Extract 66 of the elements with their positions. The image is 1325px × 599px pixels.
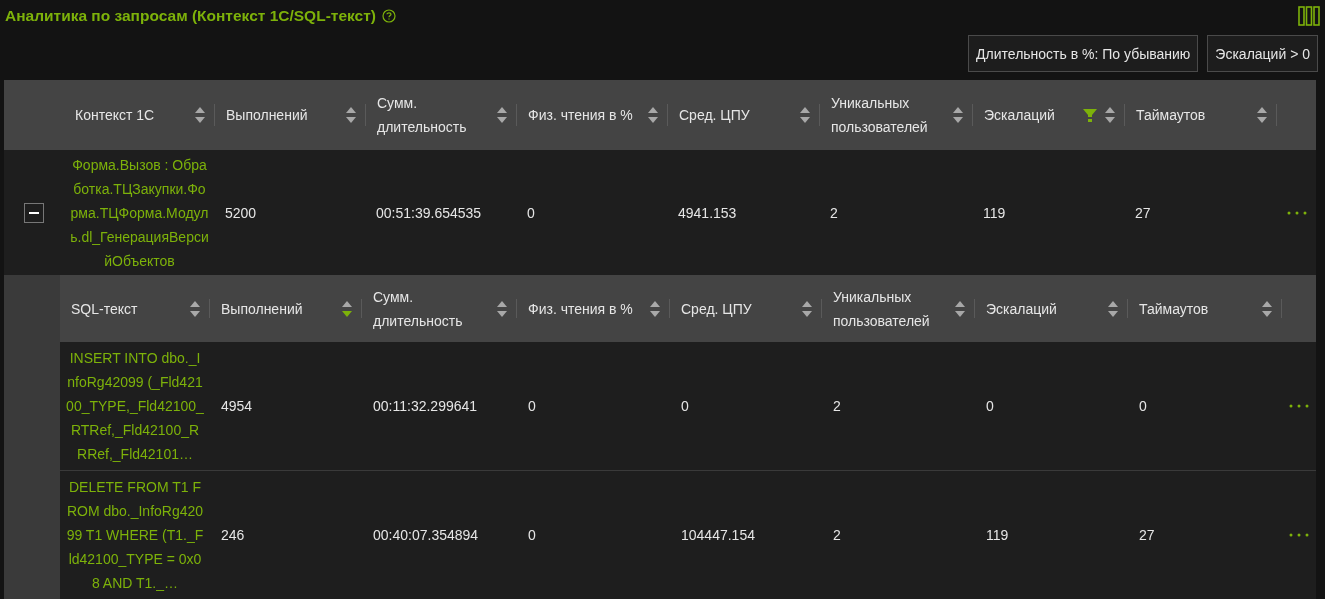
sort-icon[interactable] xyxy=(800,107,810,123)
more-icon[interactable] xyxy=(1289,404,1309,408)
sort-icon[interactable] xyxy=(1108,300,1118,317)
table-cell-text: 0 xyxy=(1138,397,1148,416)
sort-icon[interactable] xyxy=(955,300,965,317)
column-header[interactable]: SQL-текст xyxy=(60,275,210,342)
table-cell-text: 0 xyxy=(680,397,690,416)
sort-icon[interactable] xyxy=(802,300,812,317)
sort-icon[interactable] xyxy=(650,300,660,317)
columns-icon[interactable] xyxy=(1298,6,1320,26)
page-title: Аналитика по запросам (Контекст 1С/SQL-текст) xyxy=(5,7,376,25)
sql-text-link[interactable]: INSERT INTO dbo._InfoRg42099 (_Fld42100_TYPE,_Fld42100_RTRef,_Fld42100_RRRef,_Fld42101… xyxy=(60,342,210,470)
sort-icon[interactable] xyxy=(190,300,200,317)
column-header[interactable]: Физ. чтения в % xyxy=(517,275,670,342)
table-cell-text: 2 xyxy=(832,526,842,545)
sort-icon[interactable] xyxy=(346,107,356,123)
table-cell-text: 0 xyxy=(985,397,995,416)
table-cell-text: 0 xyxy=(526,203,536,223)
table-cell-text: 104447.154 xyxy=(680,526,756,545)
column-header[interactable]: Таймаутов xyxy=(1125,80,1277,150)
column-header[interactable]: Контекст 1С xyxy=(64,80,215,150)
table-cell-text: 00:51:39.654535 xyxy=(375,203,483,223)
table-cell-text: 00:40:07.354894 xyxy=(372,526,480,545)
column-header[interactable]: Уникальных пользователей xyxy=(822,275,975,342)
table-cell-text: 00:11:32.299641 xyxy=(372,397,479,416)
sort-icon[interactable] xyxy=(342,300,352,317)
table-cell-text: 5200 xyxy=(224,203,258,223)
collapse-button[interactable] xyxy=(24,202,44,223)
sort-icon[interactable] xyxy=(195,107,205,123)
table-cell-text: 4941.153 xyxy=(677,203,738,223)
sort-icon[interactable] xyxy=(648,107,658,123)
column-header[interactable]: Сумм. длительность xyxy=(362,275,517,342)
table-cell-text: 0 xyxy=(527,397,537,416)
filter-chip[interactable]: Эскалаций > 0 xyxy=(1207,35,1318,72)
sort-icon[interactable] xyxy=(497,107,507,123)
column-header[interactable]: Сред. ЦПУ xyxy=(668,80,820,150)
sort-icon[interactable] xyxy=(953,107,963,123)
column-header[interactable]: Выполнений xyxy=(210,275,362,342)
table-cell-text: 2 xyxy=(832,397,842,416)
column-header[interactable]: Физ. чтения в % xyxy=(517,80,668,150)
filter-chip[interactable]: Длительность в %: По убыванию xyxy=(968,35,1199,72)
more-icon[interactable] xyxy=(1286,210,1307,215)
help-icon[interactable] xyxy=(381,9,396,23)
table-cell-text: 4954 xyxy=(220,397,254,416)
table-cell-text: 246 xyxy=(220,526,246,545)
sql-text-link[interactable]: DELETE FROM T1 FROM dbo._InfoRg42099 T1 WHERE (T1._Fld42100_TYPE = 0x08 AND T1._… xyxy=(60,471,210,599)
context-link[interactable]: Форма.Вызов : Обработка.ТЦЗакупки.Форма.ТЦФорма.Модуль.dl_ГенерацияВерсийОбъектов xyxy=(64,150,215,275)
column-header[interactable]: Выполнений xyxy=(215,80,366,150)
column-header[interactable]: Сумм. длительность xyxy=(366,80,517,150)
sort-icon[interactable] xyxy=(497,300,507,317)
more-icon[interactable] xyxy=(1289,533,1309,537)
table-cell-text: 119 xyxy=(985,526,1010,545)
filter-icon[interactable] xyxy=(1083,108,1097,122)
table-cell-text: 27 xyxy=(1138,526,1156,545)
column-header[interactable]: Эскалаций xyxy=(975,275,1128,342)
table-cell-text: 27 xyxy=(1134,203,1152,223)
column-header[interactable]: Уникальных пользователей xyxy=(820,80,973,150)
column-header[interactable]: Таймаутов xyxy=(1128,275,1282,342)
table-cell-text: 0 xyxy=(527,526,537,545)
column-header[interactable]: Эскалаций xyxy=(973,80,1125,150)
sort-icon[interactable] xyxy=(1262,300,1272,317)
table-cell-text: 2 xyxy=(829,203,839,223)
column-header[interactable]: Сред. ЦПУ xyxy=(670,275,822,342)
sort-icon[interactable] xyxy=(1105,107,1115,123)
sort-icon[interactable] xyxy=(1257,107,1267,123)
table-cell-text: 119 xyxy=(982,203,1007,223)
